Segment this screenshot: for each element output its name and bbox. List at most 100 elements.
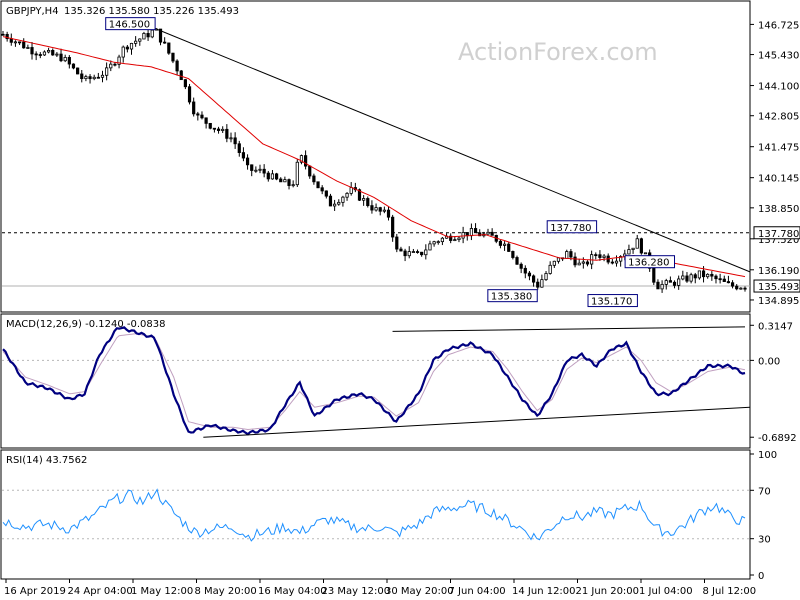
candle-body <box>627 249 631 255</box>
candle-body <box>486 231 490 235</box>
candle-body <box>697 270 702 279</box>
candle-body <box>142 33 146 40</box>
candle-body <box>395 236 399 250</box>
candle-body <box>328 195 333 207</box>
candle-body <box>245 157 250 166</box>
axes: 146.725 145.430 144.100 142.805 141.475 140.1… <box>4 20 800 597</box>
candle-body <box>192 101 196 115</box>
candle-body <box>167 42 171 54</box>
macd-line <box>2 326 746 436</box>
candle-body <box>399 248 403 252</box>
time-axis-label: 23 May 12:00 <box>322 586 391 597</box>
candle-body <box>664 280 668 285</box>
candle-body <box>13 41 18 44</box>
descending-trendline <box>154 28 751 273</box>
candle-body <box>237 143 241 153</box>
candle-body <box>726 281 731 284</box>
time-axis-label: 21 Jun 20:00 <box>576 586 640 597</box>
candle-body <box>540 279 544 288</box>
candle-body <box>55 53 59 56</box>
price-axis-label: 144.100 <box>758 82 799 93</box>
candle-body <box>391 216 395 238</box>
macd-axis-label: 0.3147 <box>758 321 793 332</box>
candle-body <box>9 38 13 43</box>
time-axis-label: 14 Jun 12:00 <box>512 586 576 597</box>
rsi-plot <box>2 488 750 542</box>
candle-body <box>30 47 34 55</box>
candle-body <box>473 228 478 234</box>
price-axis-label: 141.475 <box>758 143 799 154</box>
candle-body <box>88 76 92 80</box>
candle-body <box>668 280 672 283</box>
candle-body <box>312 175 316 183</box>
candle-body <box>150 29 154 38</box>
candle-body <box>461 232 465 239</box>
candle-body <box>718 278 722 281</box>
candle-body <box>225 128 229 139</box>
macd-axis-label: 0.00 <box>758 356 780 367</box>
candle-body <box>386 209 391 218</box>
candle-body <box>590 254 594 265</box>
candle-body <box>743 287 747 290</box>
candle-body <box>287 179 291 186</box>
candle-body <box>1 33 5 36</box>
candle-body <box>614 260 619 264</box>
candle-body <box>735 285 739 290</box>
time-axis-label: 1 May 12:00 <box>131 586 193 597</box>
time-axis-label: 8 May 20:00 <box>195 586 257 597</box>
candle-body <box>527 272 532 277</box>
candle-body <box>308 165 312 177</box>
candle-body <box>635 238 639 249</box>
price-axis-label: 146.725 <box>758 20 799 31</box>
candle-body <box>689 274 693 282</box>
candle-body <box>241 152 246 159</box>
candle-body <box>548 264 552 274</box>
candle-body <box>17 41 22 44</box>
candle-body <box>701 270 706 278</box>
candle-body <box>420 251 424 256</box>
candle-body <box>324 190 328 197</box>
candle-body <box>341 196 345 203</box>
candle-body <box>304 155 308 167</box>
candle-body <box>552 260 556 266</box>
candle-body <box>374 207 378 211</box>
candle-body <box>38 54 42 56</box>
rsi-line <box>2 488 746 542</box>
candle-body <box>714 275 718 280</box>
candle-body <box>109 63 113 69</box>
time-axis-label: 16 May 04:00 <box>258 586 327 597</box>
rsi-axis-label: 0 <box>758 571 764 582</box>
candle-body <box>490 231 494 236</box>
candle-body <box>22 41 26 49</box>
candle-body <box>710 273 714 277</box>
candle-body <box>685 275 689 282</box>
ohlc-label: 135.326 135.580 135.226 135.493 <box>64 6 239 17</box>
candle-body <box>523 267 527 274</box>
rsi-axis-label: 100 <box>758 450 777 461</box>
candle-body <box>569 251 573 258</box>
candle-body <box>266 172 270 180</box>
candle-body <box>179 70 183 81</box>
candle-body <box>577 262 581 266</box>
price-annotation-label: 137.780 <box>550 223 591 234</box>
price-annotation-label: 136.280 <box>628 258 669 269</box>
candle-body <box>42 51 47 56</box>
macd-upper-trendline <box>392 326 746 332</box>
candle-body <box>125 46 129 50</box>
candle-body <box>175 60 179 72</box>
resistance-axis-label: 137.780 <box>758 229 799 240</box>
candle-body <box>100 74 105 78</box>
candle-body <box>333 203 337 207</box>
candle-body <box>585 261 590 265</box>
candle-body <box>498 240 503 246</box>
candle-body <box>71 63 76 69</box>
candle-body <box>105 67 109 76</box>
price-axis-label: 140.145 <box>758 174 799 185</box>
candle-body <box>295 161 299 186</box>
macd-signal-line <box>2 333 746 431</box>
candle-body <box>349 187 353 194</box>
candle-body <box>507 243 511 252</box>
candle-body <box>382 209 386 212</box>
candle-body <box>511 251 515 258</box>
candle-body <box>46 49 51 53</box>
